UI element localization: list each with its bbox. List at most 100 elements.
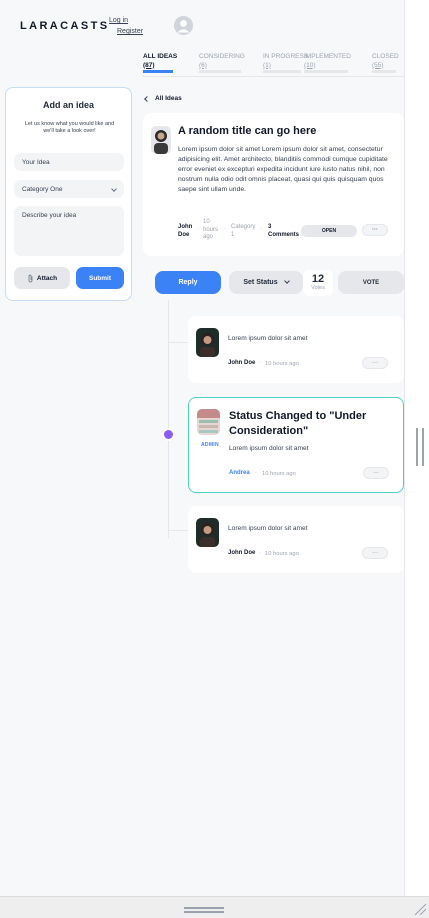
attach-label: Attach xyxy=(36,274,58,282)
meta-separator: · xyxy=(255,470,257,476)
timeline-connector xyxy=(168,342,188,343)
tab-label: CLOSED xyxy=(372,53,399,60)
more-options-button[interactable]: ··· xyxy=(362,224,388,236)
add-idea-subtitle: Let us know what you would like and we'l… xyxy=(24,121,115,134)
resize-corner-icon[interactable] xyxy=(413,902,427,916)
comment-time: 10 hours ago xyxy=(265,360,299,367)
submit-button[interactable]: Submit xyxy=(76,267,124,289)
meta-separator: · xyxy=(259,360,261,366)
laracasts-logo[interactable]: LARACASTS xyxy=(20,20,109,32)
status-change-comment: ADMIN Status Changed to "Under Considera… xyxy=(188,397,404,493)
chevron-down-icon xyxy=(283,278,290,284)
comment-more-button[interactable]: ··· xyxy=(363,467,389,479)
tab-implemented[interactable]: IMPLEMENTED (10) xyxy=(304,53,351,70)
tab-label: IN PROGRESS xyxy=(263,53,309,60)
comment-body: Lorem ipsum dolor sit amet xyxy=(228,335,308,342)
tab-label: IMPLEMENTED xyxy=(304,53,351,60)
commenter-avatar[interactable] xyxy=(196,518,219,547)
tab-indicator xyxy=(372,70,396,73)
tab-in-progress[interactable]: IN PROGRESS (1) xyxy=(263,53,308,70)
idea-time: 10 hours ago xyxy=(203,219,218,242)
idea-comments-line: Comments xyxy=(268,231,300,238)
comment-time: 10 hours ago xyxy=(265,550,299,557)
status-badge: OPEN xyxy=(301,225,357,237)
tab-indicator xyxy=(304,70,348,73)
tab-count: (10) xyxy=(304,61,316,69)
reply-button[interactable]: Reply xyxy=(155,271,221,294)
chevron-down-icon xyxy=(111,186,117,192)
login-link[interactable]: Log in xyxy=(109,17,128,24)
comment-card: Lorem ipsum dolor sit amet John Doe · 10… xyxy=(188,506,404,573)
votes-count: 12 xyxy=(311,273,325,285)
side-resize-handle[interactable] xyxy=(416,428,424,466)
category-select[interactable]: Category One xyxy=(14,180,124,198)
comment-author: John Doe xyxy=(228,550,256,556)
tabs-divider xyxy=(143,76,404,77)
meta-separator: · xyxy=(197,226,199,232)
set-status-button[interactable]: Set Status xyxy=(229,271,303,294)
tab-closed[interactable]: CLOSED (55) xyxy=(372,53,399,70)
commenter-avatar[interactable] xyxy=(196,328,219,357)
back-link-label: All Ideas xyxy=(155,95,182,102)
tab-count: (87) xyxy=(143,61,155,69)
chevron-left-icon xyxy=(144,95,150,102)
idea-title[interactable]: A random title can go here xyxy=(178,125,316,137)
idea-time-line: 10 xyxy=(203,219,210,225)
tab-count: (55) xyxy=(372,61,384,69)
tab-indicator xyxy=(199,70,241,73)
add-idea-title: Add an idea xyxy=(42,100,94,110)
idea-author: John Doe xyxy=(178,224,192,239)
meta-separator: · xyxy=(260,226,262,232)
tab-label: CONSIDERING xyxy=(199,53,245,60)
votes-counter: 12 Votes xyxy=(303,270,333,296)
tab-label: ALL IDEAS xyxy=(143,53,178,60)
author-avatar[interactable] xyxy=(151,126,171,154)
idea-card: A random title can go here Lorem ipsum d… xyxy=(143,113,404,256)
meta-separator: · xyxy=(224,226,226,232)
votes-label: Votes xyxy=(311,285,325,291)
tab-count: (1) xyxy=(263,61,271,69)
tab-indicator xyxy=(263,70,301,73)
idea-category-line: Category xyxy=(231,224,256,230)
tab-count: (6) xyxy=(199,61,207,69)
attach-button[interactable]: Attach xyxy=(14,267,70,289)
idea-category: Category 1 xyxy=(231,224,255,239)
meta-separator: · xyxy=(259,550,261,556)
comment-body: Lorem ipsum dolor sit amet xyxy=(228,525,308,532)
vote-button[interactable]: VOTE xyxy=(338,271,404,294)
category-select-value: Category One xyxy=(22,185,63,193)
comment-more-button[interactable]: ··· xyxy=(362,357,388,369)
idea-author-first: John xyxy=(178,224,193,230)
comment-time: 10 hours ago xyxy=(262,470,296,477)
idea-category-line: 1 xyxy=(231,231,235,238)
scroll-grip[interactable] xyxy=(184,907,224,913)
tab-active-indicator xyxy=(143,70,173,73)
idea-description-textarea[interactable]: Describe your idea xyxy=(14,206,124,256)
idea-description: Lorem ipsum dolor sit amet Lorem ipsum d… xyxy=(178,146,388,193)
comment-more-button[interactable]: ··· xyxy=(362,547,388,559)
tab-all-ideas[interactable]: ALL IDEAS (87) xyxy=(143,53,177,70)
tab-considering[interactable]: CONSIDERING (6) xyxy=(199,53,245,70)
idea-time-line: hours xyxy=(203,226,219,233)
timeline-connector xyxy=(168,530,188,531)
bottom-scroll-bar[interactable] xyxy=(0,896,429,918)
set-status-label: Set Status xyxy=(243,279,278,286)
idea-comments-count[interactable]: 3 Comments xyxy=(268,224,299,239)
comment-card: Lorem ipsum dolor sit amet John Doe · 10… xyxy=(188,316,404,383)
status-change-title: Status Changed to "Under Consideration" xyxy=(229,410,367,437)
idea-time-line: ago xyxy=(203,234,214,240)
admin-avatar[interactable] xyxy=(197,409,220,435)
back-link[interactable]: All Ideas xyxy=(144,95,182,102)
timeline-line xyxy=(168,300,169,538)
comment-body: Lorem ipsum dolor sit amet xyxy=(229,445,309,452)
comment-author: Andrea xyxy=(229,470,250,476)
timeline-status-dot xyxy=(162,428,175,441)
idea-author-last: Doe xyxy=(178,231,190,238)
idea-title-input[interactable]: Your Idea xyxy=(14,153,124,171)
comment-author: John Doe xyxy=(228,360,256,366)
register-link[interactable]: Register xyxy=(117,28,143,35)
idea-comments-line: 3 xyxy=(268,224,272,230)
user-avatar-icon[interactable] xyxy=(174,16,193,35)
admin-badge: ADMIN xyxy=(201,442,219,448)
add-idea-card: Add an idea Let us know what you would l… xyxy=(5,87,132,301)
